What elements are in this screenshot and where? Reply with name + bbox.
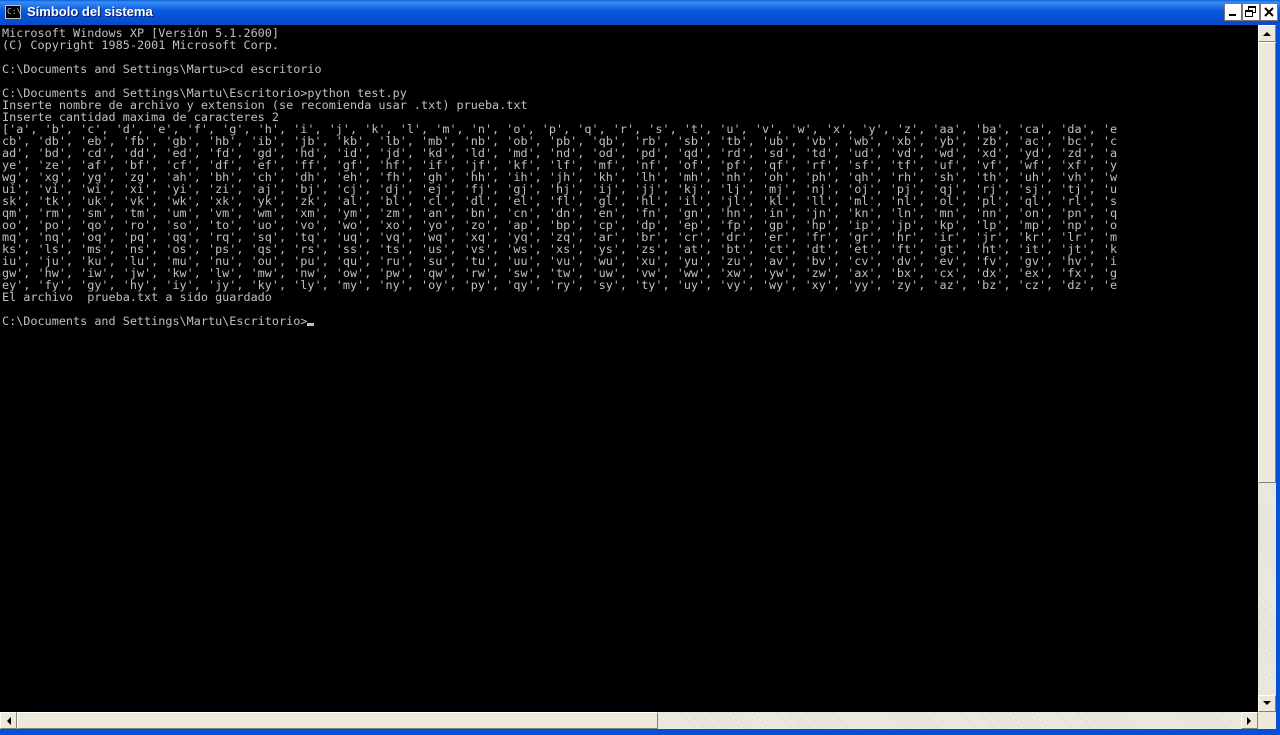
vertical-scrollbar[interactable] bbox=[1258, 25, 1276, 712]
scroll-down-button[interactable] bbox=[1258, 695, 1276, 712]
console-prompt: C:\Documents and Settings\Martu\Escritor… bbox=[2, 314, 308, 328]
window-title: Símbolo del sistema bbox=[27, 4, 153, 19]
command-prompt-icon[interactable]: C:\ bbox=[5, 5, 21, 19]
scroll-right-button[interactable] bbox=[1241, 712, 1258, 729]
window-frame-bottom[interactable] bbox=[0, 729, 1280, 735]
horizontal-scroll-thumb[interactable] bbox=[17, 712, 658, 729]
console-line: El archivo prueba.txt a sido guardado bbox=[2, 290, 272, 304]
console-text: Microsoft Windows XP [Versión 5.1.2600](… bbox=[2, 27, 1117, 327]
restore-icon bbox=[1245, 6, 1256, 17]
restore-button[interactable] bbox=[1242, 3, 1260, 21]
vertical-scroll-thumb[interactable] bbox=[1258, 42, 1276, 483]
horizontal-scroll-track[interactable] bbox=[658, 712, 1241, 729]
minimize-icon bbox=[1229, 14, 1236, 16]
scroll-right-arrow-icon bbox=[1247, 716, 1251, 725]
scroll-left-arrow-icon bbox=[7, 716, 11, 725]
vertical-scroll-track[interactable] bbox=[1258, 483, 1276, 695]
scroll-up-button[interactable] bbox=[1258, 25, 1276, 42]
console-line: (C) Copyright 1985-2001 Microsoft Corp. bbox=[2, 38, 279, 52]
close-icon bbox=[1264, 7, 1274, 17]
title-bar[interactable]: C:\ Símbolo del sistema bbox=[0, 0, 1280, 25]
console-line: C:\Documents and Settings\Martu>cd escri… bbox=[2, 62, 322, 76]
console-prompt-line[interactable]: C:\Documents and Settings\Martu\Escritor… bbox=[2, 315, 1117, 327]
scroll-up-arrow-icon bbox=[1263, 32, 1271, 36]
cmd-window: C:\ Símbolo del sistema Microsoft Window… bbox=[0, 0, 1280, 735]
window-frame-right[interactable] bbox=[1276, 25, 1280, 735]
text-cursor bbox=[307, 323, 315, 326]
minimize-button[interactable] bbox=[1224, 3, 1242, 21]
close-button[interactable] bbox=[1260, 3, 1278, 21]
scrollbar-corner bbox=[1258, 712, 1276, 729]
console-output-area[interactable]: Microsoft Windows XP [Versión 5.1.2600](… bbox=[0, 25, 1258, 712]
horizontal-scrollbar[interactable] bbox=[0, 712, 1258, 729]
scroll-down-arrow-icon bbox=[1263, 701, 1271, 705]
scroll-left-button[interactable] bbox=[0, 712, 17, 729]
